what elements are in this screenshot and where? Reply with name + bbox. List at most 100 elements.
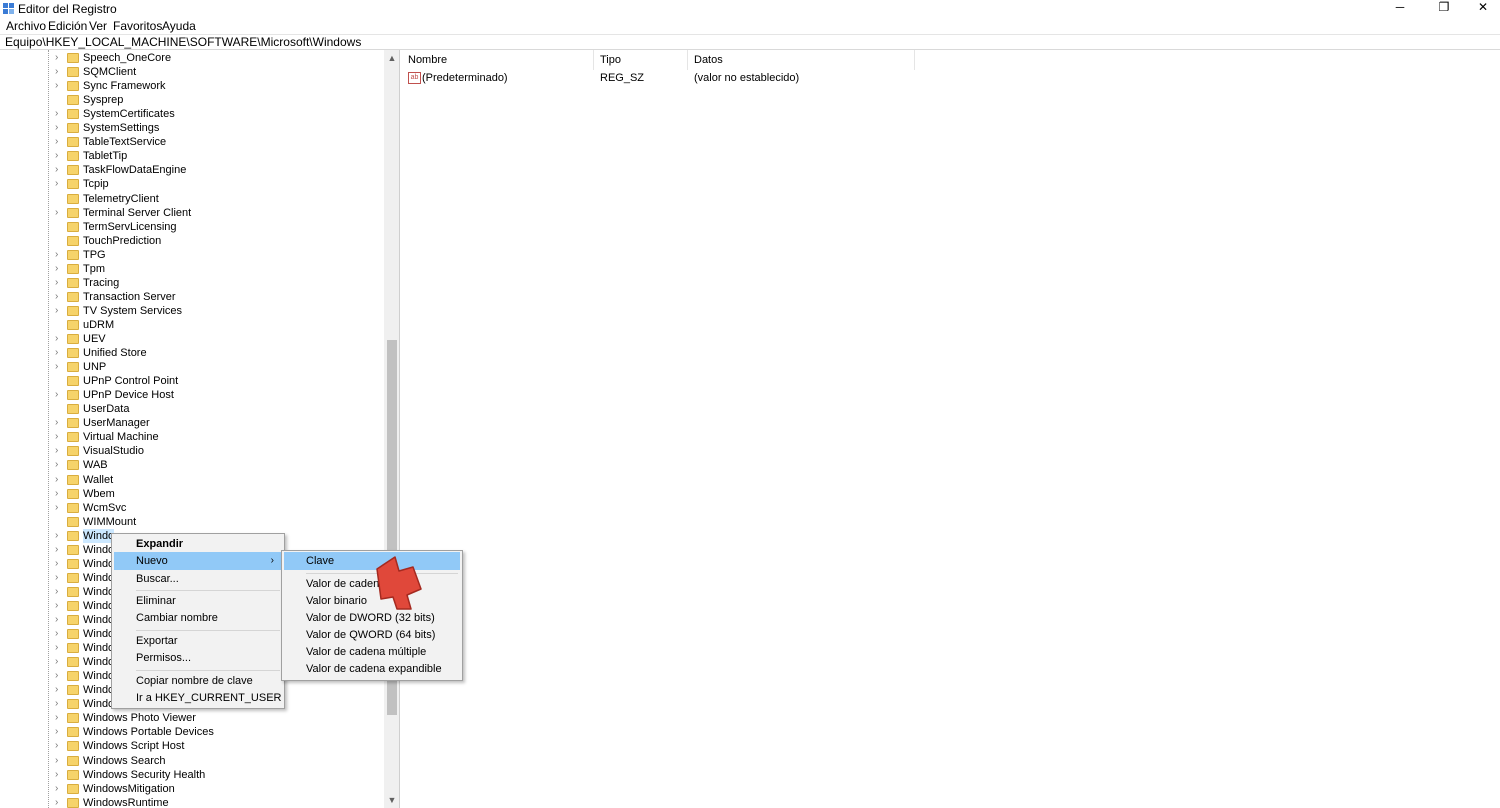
tree-item[interactable]: › Wallet [0,473,384,487]
expand-chevron-icon[interactable]: › [55,177,65,191]
scroll-down-icon[interactable]: ▼ [384,792,399,808]
menu-favoritos[interactable]: Favoritos [113,19,162,33]
expand-chevron-icon[interactable]: › [55,613,65,627]
expand-chevron-icon[interactable]: › [55,669,65,683]
tree-item[interactable]: › Tracing [0,276,384,290]
expand-chevron-icon[interactable]: › [55,444,65,458]
tree-item[interactable]: › Tcpip [0,177,384,191]
expand-chevron-icon[interactable]: › [55,501,65,515]
tree-item[interactable]: › Terminal Server Client [0,206,384,220]
expand-chevron-icon[interactable]: › [55,65,65,79]
tree-item[interactable]: › Windows Security Health [0,768,384,782]
address-bar[interactable]: Equipo\HKEY_LOCAL_MACHINE\SOFTWARE\Micro… [0,34,1500,50]
tree-item[interactable]: TelemetryClient [0,192,384,206]
tree-item[interactable]: › WcmSvc [0,501,384,515]
tree-item[interactable]: › Speech_OneCore [0,51,384,65]
expand-chevron-icon[interactable]: › [55,571,65,585]
ctx-ir-a-hkcu[interactable]: Ir a HKEY_CURRENT_USER [114,689,282,707]
expand-chevron-icon[interactable]: › [55,332,65,346]
column-header-data[interactable]: Datos [688,50,915,70]
expand-chevron-icon[interactable]: › [55,262,65,276]
expand-chevron-icon[interactable]: › [55,346,65,360]
expand-chevron-icon[interactable]: › [55,360,65,374]
tree-item[interactable]: › Unified Store [0,346,384,360]
tree-item[interactable]: UPnP Control Point [0,374,384,388]
expand-chevron-icon[interactable]: › [55,206,65,220]
column-header-type[interactable]: Tipo [594,50,688,70]
tree-item[interactable]: › UPnP Device Host [0,388,384,402]
minimize-button[interactable]: ─ [1377,0,1423,17]
tree-item[interactable]: › TableTextService [0,135,384,149]
expand-chevron-icon[interactable]: › [55,782,65,796]
tree-item[interactable]: › SQMClient [0,65,384,79]
expand-chevron-icon[interactable]: › [55,121,65,135]
tree-item[interactable]: › Windows Search [0,754,384,768]
expand-chevron-icon[interactable]: › [55,487,65,501]
expand-chevron-icon[interactable]: › [55,304,65,318]
tree-item[interactable]: TouchPrediction [0,234,384,248]
expand-chevron-icon[interactable]: › [55,768,65,782]
tree-item[interactable]: › UserManager [0,416,384,430]
tree-item[interactable]: › WindowsRuntime [0,796,384,808]
tree-item[interactable]: › TabletTip [0,149,384,163]
column-header-name[interactable]: Nombre [402,50,594,70]
expand-chevron-icon[interactable]: › [55,290,65,304]
tree-item[interactable]: › Sync Framework [0,79,384,93]
tree-item[interactable]: › TaskFlowDataEngine [0,163,384,177]
expand-chevron-icon[interactable]: › [55,711,65,725]
tree-item[interactable]: › Virtual Machine [0,430,384,444]
ctx-expandir[interactable]: Expandir [114,535,282,553]
menu-ver[interactable]: Ver [89,19,107,33]
tree-item[interactable]: › Windows Script Host [0,739,384,753]
expand-chevron-icon[interactable]: › [55,543,65,557]
expand-chevron-icon[interactable]: › [55,149,65,163]
expand-chevron-icon[interactable]: › [55,585,65,599]
expand-chevron-icon[interactable]: › [55,51,65,65]
expand-chevron-icon[interactable]: › [55,163,65,177]
expand-chevron-icon[interactable]: › [55,683,65,697]
expand-chevron-icon[interactable]: › [55,79,65,93]
menu-edicion[interactable]: Edición [48,19,87,33]
scroll-up-icon[interactable]: ▲ [384,50,399,66]
tree-item[interactable]: › UEV [0,332,384,346]
ctx-eliminar[interactable]: Eliminar [114,592,282,610]
expand-chevron-icon[interactable]: › [55,697,65,711]
tree-item[interactable]: › Transaction Server [0,290,384,304]
tree-item[interactable]: UserData [0,402,384,416]
menu-ayuda[interactable]: Ayuda [162,19,196,33]
expand-chevron-icon[interactable]: › [55,473,65,487]
tree-scrollbar[interactable]: ▲ ▼ [384,50,399,808]
tree-item[interactable]: › TV System Services [0,304,384,318]
tree-item[interactable]: › VisualStudio [0,444,384,458]
sub-valor-multiple[interactable]: Valor de cadena múltiple [284,643,460,661]
expand-chevron-icon[interactable]: › [55,458,65,472]
menu-archivo[interactable]: Archivo [6,19,46,33]
tree-item[interactable]: WIMMount [0,515,384,529]
expand-chevron-icon[interactable]: › [55,135,65,149]
ctx-exportar[interactable]: Exportar [114,632,282,650]
expand-chevron-icon[interactable]: › [55,416,65,430]
expand-chevron-icon[interactable]: › [55,276,65,290]
expand-chevron-icon[interactable]: › [55,388,65,402]
expand-chevron-icon[interactable]: › [55,641,65,655]
tree-item[interactable]: › WindowsMitigation [0,782,384,796]
expand-chevron-icon[interactable]: › [55,655,65,669]
expand-chevron-icon[interactable]: › [55,430,65,444]
tree-item[interactable]: › Wbem [0,487,384,501]
tree-item[interactable]: › TPG [0,248,384,262]
expand-chevron-icon[interactable]: › [55,725,65,739]
ctx-permisos[interactable]: Permisos... [114,649,282,667]
tree-item[interactable]: TermServLicensing [0,220,384,234]
tree-item[interactable]: › Tpm [0,262,384,276]
expand-chevron-icon[interactable]: › [55,557,65,571]
expand-chevron-icon[interactable]: › [55,599,65,613]
tree-item[interactable]: Sysprep [0,93,384,107]
close-button[interactable]: ✕ [1460,0,1500,17]
ctx-cambiar-nombre[interactable]: Cambiar nombre [114,609,282,627]
tree-item[interactable]: › SystemSettings [0,121,384,135]
expand-chevron-icon[interactable]: › [55,796,65,808]
tree-item[interactable]: › Windows Photo Viewer [0,711,384,725]
sub-valor-expandible[interactable]: Valor de cadena expandible [284,660,460,678]
tree-item[interactable]: › WAB [0,458,384,472]
expand-chevron-icon[interactable]: › [55,248,65,262]
